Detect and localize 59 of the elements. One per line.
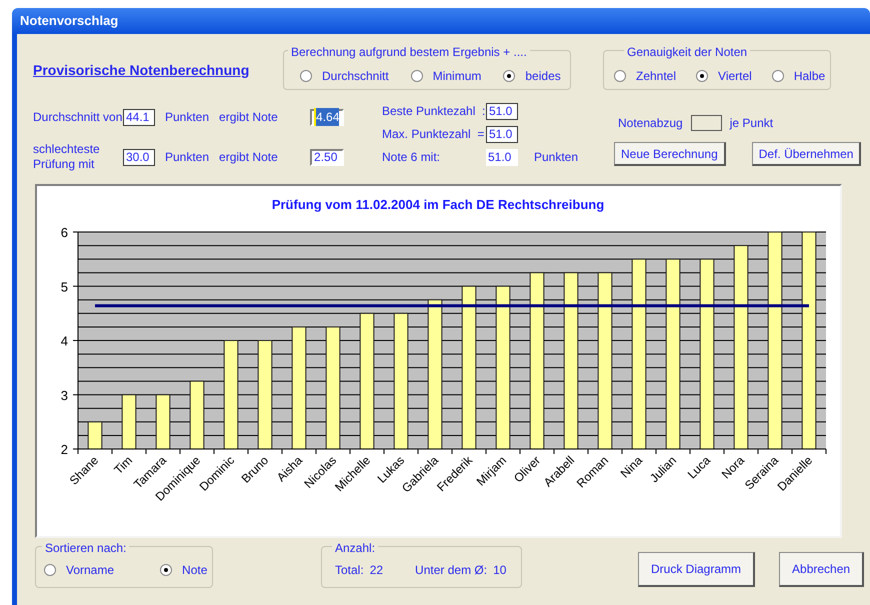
- field-label: Prüfung mit: [33, 157, 96, 172]
- radio-button[interactable]: [44, 564, 56, 576]
- button[interactable]: Druck Diagramm: [638, 552, 756, 587]
- text-field[interactable]: 51.0: [486, 102, 518, 120]
- axis-tick-label: 3: [60, 388, 68, 403]
- field-label: Notenabzug: [618, 115, 683, 132]
- radio-button[interactable]: [300, 70, 312, 82]
- radio-label[interactable]: Halbe: [794, 67, 826, 85]
- text-field[interactable]: [690, 115, 722, 131]
- field-label: Beste Punktezahl :: [382, 103, 486, 120]
- radio-button[interactable]: [614, 70, 626, 82]
- field-label: Durchschnitt von: [33, 109, 123, 126]
- text-field[interactable]: 44.1: [123, 108, 155, 126]
- radio-label[interactable]: beides: [525, 67, 561, 85]
- radio-label[interactable]: Minimum: [432, 67, 482, 85]
- radio-label[interactable]: Vorname: [66, 561, 114, 579]
- button[interactable]: Def. Übernehmen: [752, 142, 862, 166]
- field-label: ergibt Note: [219, 149, 279, 166]
- bar: [190, 380, 204, 450]
- axis-tick-label: Nina: [618, 453, 646, 481]
- field-label: Max. Punktezahl =: [382, 126, 486, 143]
- text-field[interactable]: 51.0: [486, 148, 518, 166]
- bar: [156, 394, 170, 450]
- radio-label[interactable]: Durchschnitt: [322, 67, 389, 85]
- field-label: Punkten: [534, 149, 578, 166]
- radio-button[interactable]: [410, 70, 423, 82]
- radio-button[interactable]: [160, 564, 172, 576]
- field-label: Punkten: [165, 149, 210, 166]
- window-title: Notenvorschlag: [20, 12, 118, 30]
- field-label: je Punkt: [730, 115, 774, 132]
- text-field[interactable]: 30.0: [123, 148, 155, 166]
- count-label: Total:: [335, 562, 364, 579]
- field-label: Punkten: [165, 109, 210, 126]
- count-label: Unter dem Ø:: [415, 562, 488, 579]
- button[interactable]: Neue Berechnung: [614, 142, 726, 166]
- bar: [122, 394, 136, 450]
- chart-title: Prüfung vom 11.02.2004 im Fach DE Rechtschreibung: [272, 197, 604, 212]
- text-field[interactable]: 4.64: [310, 108, 344, 126]
- radio-button[interactable]: [772, 70, 784, 82]
- radio-label[interactable]: Note: [182, 561, 208, 579]
- radio-button[interactable]: [696, 70, 708, 82]
- text-field[interactable]: 51.0: [486, 126, 518, 142]
- field-label: ergibt Note: [219, 109, 279, 126]
- count-value: 22: [370, 562, 384, 579]
- radio-label[interactable]: Viertel: [718, 67, 752, 85]
- axis-tick-label: 5: [60, 279, 68, 294]
- axis-tick-label: 4: [60, 334, 68, 348]
- radio-button[interactable]: [503, 70, 516, 82]
- heading-link[interactable]: Provisorische Notenberechnung: [33, 62, 250, 78]
- radio-label[interactable]: Zehntel: [636, 67, 676, 85]
- axis-tick-label: 2: [60, 442, 68, 457]
- bar: [88, 421, 102, 450]
- field-label: schlechteste: [33, 142, 101, 157]
- text-field[interactable]: 2.50: [310, 148, 344, 166]
- button[interactable]: Abbrechen: [779, 552, 864, 587]
- field-label: Note 6 mit:: [382, 149, 442, 166]
- axis-tick-label: Tim: [111, 453, 136, 477]
- count-value: 10: [493, 562, 506, 579]
- axis-tick-label: 6: [60, 225, 68, 240]
